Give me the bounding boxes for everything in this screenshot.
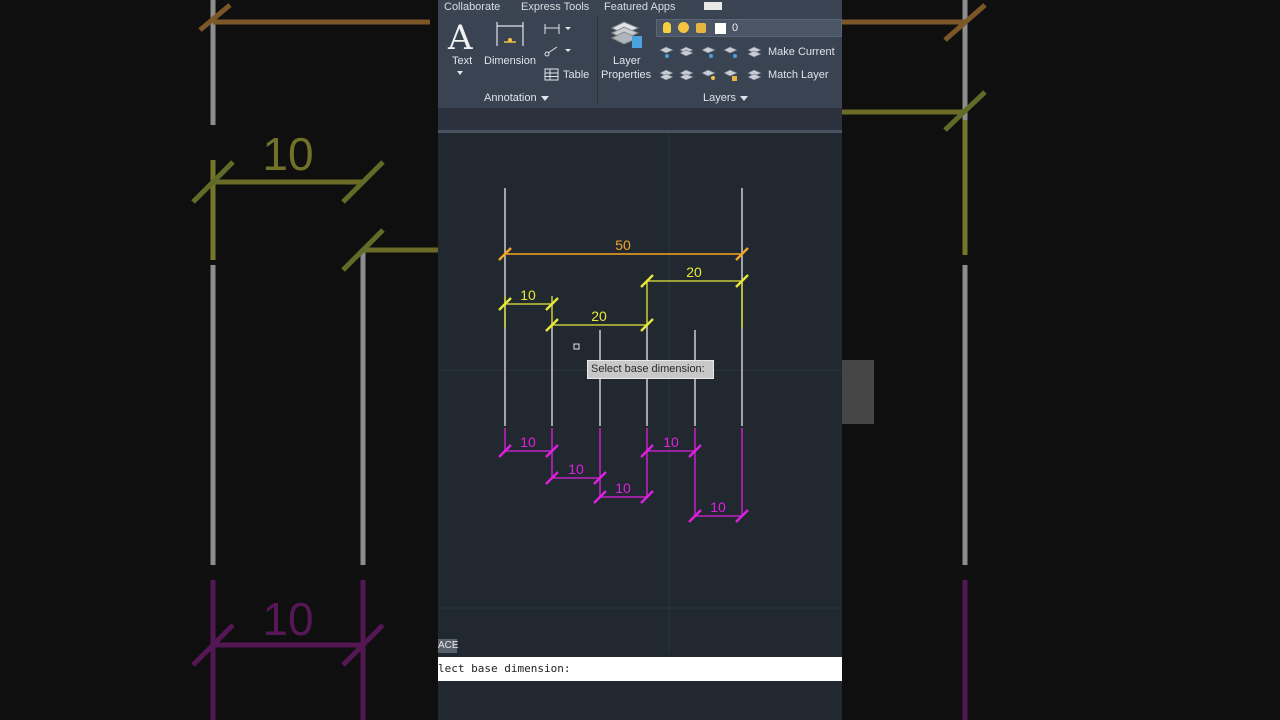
dimension-tool-icon[interactable] bbox=[494, 20, 526, 48]
text-tool-label[interactable]: Text bbox=[452, 55, 472, 67]
continue-dim-text-5: 10 bbox=[710, 499, 726, 515]
overall-dimension-text: 50 bbox=[615, 237, 631, 253]
linear-dimension-icon[interactable] bbox=[543, 22, 573, 36]
command-line-input[interactable]: lect base dimension: bbox=[438, 657, 842, 681]
annotation-panel-title[interactable]: Annotation bbox=[484, 92, 549, 104]
table-icon[interactable] bbox=[544, 68, 559, 81]
continue-dim-text-3: 10 bbox=[615, 480, 631, 496]
dimension-text-20-b: 20 bbox=[686, 264, 702, 280]
cursor-pickbox bbox=[573, 343, 580, 350]
ribbon: A Text Dimension Table Annotation Layer … bbox=[438, 14, 842, 108]
layers-panel-title[interactable]: Layers bbox=[703, 92, 749, 104]
make-current-button[interactable]: Make Current bbox=[768, 46, 835, 58]
tab-featured-apps[interactable]: Featured Apps bbox=[604, 0, 676, 14]
panel-divider bbox=[597, 16, 598, 104]
tab-collaborate[interactable]: Collaborate bbox=[444, 0, 500, 14]
continue-dim-text-4: 10 bbox=[663, 434, 679, 450]
layer-on-icon[interactable] bbox=[663, 22, 671, 33]
bg-dimension-text: 10 bbox=[262, 128, 313, 180]
leader-icon[interactable] bbox=[543, 44, 573, 58]
svg-text:10: 10 bbox=[262, 593, 313, 645]
drawing-canvas[interactable]: 50 10 20 20 10 10 10 10 10 bbox=[438, 133, 842, 653]
ribbon-minimize-icon[interactable] bbox=[704, 2, 722, 10]
layer-properties-label-2[interactable]: Properties bbox=[601, 69, 651, 81]
layer-color-swatch[interactable] bbox=[715, 23, 726, 34]
autocad-window: Collaborate Express Tools Featured Apps … bbox=[438, 0, 842, 720]
layer-unlock-icon[interactable] bbox=[696, 23, 706, 33]
layer-tools-row-1 bbox=[659, 46, 762, 58]
layer-properties-icon[interactable] bbox=[610, 20, 644, 50]
current-layer-name: 0 bbox=[732, 22, 739, 34]
table-tool-label[interactable]: Table bbox=[563, 69, 589, 81]
layer-tools-row-2 bbox=[659, 69, 762, 81]
file-tab-strip bbox=[438, 108, 842, 130]
command-tooltip: Select base dimension: bbox=[587, 360, 714, 379]
match-layer-button[interactable]: Match Layer bbox=[768, 69, 829, 81]
layer-thaw-icon[interactable] bbox=[678, 22, 689, 33]
continue-dim-text-1: 10 bbox=[520, 434, 536, 450]
text-dropdown-icon[interactable] bbox=[457, 71, 463, 75]
model-space-label[interactable]: ACE bbox=[438, 639, 459, 653]
tab-express-tools[interactable]: Express Tools bbox=[521, 0, 589, 14]
text-tool-icon[interactable]: A bbox=[448, 18, 473, 58]
layer-properties-label-1[interactable]: Layer bbox=[613, 55, 641, 67]
dimension-text-10: 10 bbox=[520, 287, 536, 303]
dimension-tool-label[interactable]: Dimension bbox=[484, 55, 536, 67]
layer-dropdown[interactable]: 0 bbox=[656, 19, 842, 37]
dimension-text-20-a: 20 bbox=[591, 308, 607, 324]
ribbon-tab-bar: Collaborate Express Tools Featured Apps bbox=[438, 0, 842, 14]
geometry-lines bbox=[504, 188, 743, 426]
baseline-dimensions[interactable] bbox=[498, 274, 749, 332]
continue-dim-text-2: 10 bbox=[568, 461, 584, 477]
